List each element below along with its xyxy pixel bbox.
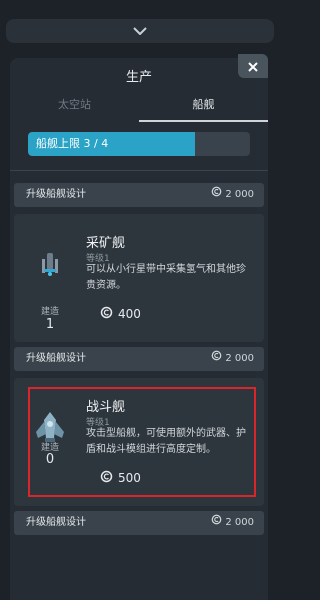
upgrade-cost: 2 000 (211, 183, 254, 207)
upgrade-cost-value: 2 000 (225, 189, 254, 200)
upgrade-cost: 2 000 (211, 347, 254, 371)
divider (10, 170, 268, 171)
credits-icon (211, 511, 222, 535)
upgrade-cost-value: 2 000 (225, 517, 254, 528)
ship-card-miner[interactable]: 建造 1 采矿舰 等级1 可以从小行星带中采集氢气和其他珍贵资源。 400 (14, 214, 264, 342)
upgrade-label: 升级船舰设计 (26, 353, 86, 364)
ship-cost: 400 (100, 306, 141, 322)
panel-title: 生产 (125, 70, 152, 85)
ship-capacity-label: 船舰上限 3 / 4 (36, 137, 109, 150)
ship-cost-value: 400 (118, 307, 141, 321)
upgrade-label: 升级船舰设计 (26, 517, 86, 528)
upgrade-ship-design-button[interactable]: 升级船舰设计 2 000 (14, 183, 264, 207)
tab-bar: 太空站 船舰 (10, 92, 268, 122)
tab-space-station[interactable]: 太空站 (10, 92, 139, 122)
credits-icon (211, 347, 222, 371)
tab-ships[interactable]: 船舰 (139, 92, 268, 122)
upgrade-cost: 2 000 (211, 511, 254, 535)
credits-icon (100, 306, 113, 322)
upgrade-ship-design-button[interactable]: 升级船舰设计 2 000 (14, 511, 264, 535)
selection-highlight (28, 387, 256, 497)
upgrade-ship-design-button[interactable]: 升级船舰设计 2 000 (14, 347, 264, 371)
mining-ship-icon (22, 236, 78, 292)
collapse-handle[interactable] (6, 19, 274, 43)
credits-icon (211, 183, 222, 207)
build-label: 建造 (40, 307, 59, 317)
ship-name: 采矿舰 (86, 236, 126, 251)
upgrade-cost-value: 2 000 (225, 353, 254, 364)
chevron-down-icon (133, 27, 147, 35)
ship-capacity-bar: 船舰上限 3 / 4 (28, 132, 250, 156)
ship-description: 可以从小行星带中采集氢气和其他珍贵资源。 (86, 264, 246, 291)
build-count: 1 (45, 317, 55, 332)
upgrade-label: 升级船舰设计 (26, 189, 86, 200)
